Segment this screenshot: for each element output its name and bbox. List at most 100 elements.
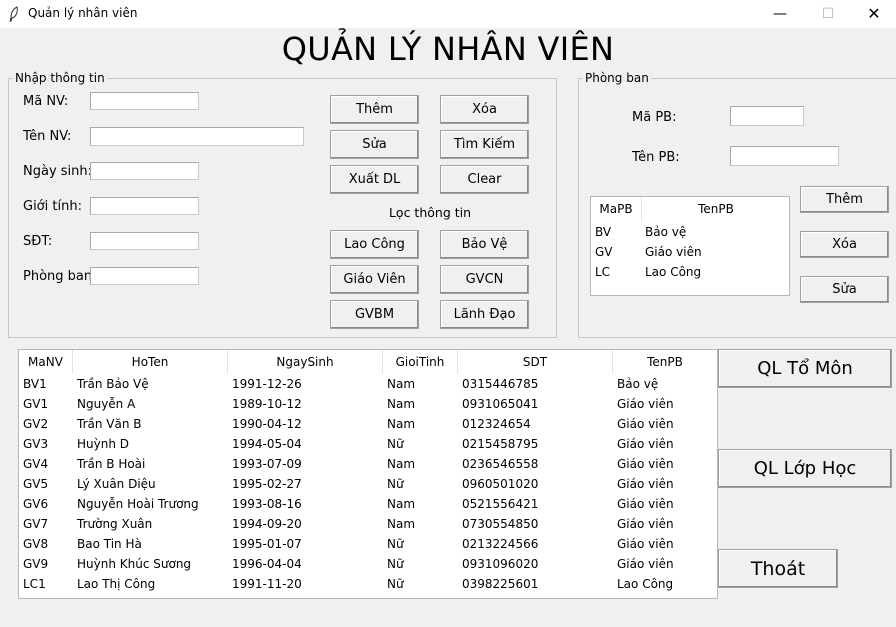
window-title: Quản lý nhân viên <box>28 6 138 20</box>
filter-giao-vien-button[interactable]: Giáo Viên <box>330 265 419 294</box>
delete-employee-button[interactable]: Xóa <box>440 95 529 124</box>
ql-to-mon-button[interactable]: QL Tổ Môn <box>718 349 892 388</box>
ten-nv-input[interactable] <box>90 127 304 146</box>
table-cell: Giáo viên <box>617 477 674 491</box>
clear-button[interactable]: Clear <box>440 165 529 194</box>
minimize-button[interactable]: — <box>757 0 803 28</box>
table-cell: Trần Văn B <box>77 417 142 431</box>
table-cell: GV9 <box>23 557 49 571</box>
table-cell: 1990-04-12 <box>232 417 302 431</box>
input-group-legend: Nhập thông tin <box>15 71 105 85</box>
table-cell: Trường Xuân <box>77 517 153 531</box>
table-cell: 1993-07-09 <box>232 457 302 471</box>
table-cell: Nữ <box>387 577 404 591</box>
table-cell: Bao Tin Hà <box>77 537 142 551</box>
table-cell: Giáo viên <box>617 537 674 551</box>
dept-cell: LC <box>595 265 611 279</box>
table-cell: 0960501020 <box>462 477 539 491</box>
feather-icon <box>9 6 18 22</box>
table-cell: Nữ <box>387 537 404 551</box>
ten-pb-label: Tên PB: <box>632 150 680 165</box>
dept-cell: Giáo viên <box>645 245 702 259</box>
table-cell: Nữ <box>387 557 404 571</box>
gioi-tinh-label: Giới tính: <box>23 199 82 214</box>
table-cell: 1995-02-27 <box>232 477 302 491</box>
search-employee-button[interactable]: Tìm Kiếm <box>440 130 529 159</box>
filter-lanh-dao-button[interactable]: Lãnh Đạo <box>440 300 529 329</box>
table-cell: GV6 <box>23 497 49 511</box>
sdt-label: SĐT: <box>23 234 53 249</box>
table-cell: 0315446785 <box>462 377 539 391</box>
table-cell: Giáo viên <box>617 417 674 431</box>
filter-lao-cong-button[interactable]: Lao Công <box>330 230 419 259</box>
delete-dept-button[interactable]: Xóa <box>800 231 889 258</box>
table-cell: 1991-12-26 <box>232 377 302 391</box>
table-cell: 0215458795 <box>462 437 539 451</box>
edit-employee-button[interactable]: Sửa <box>330 130 419 159</box>
ngay-sinh-label: Ngày sinh: <box>23 164 93 179</box>
ma-nv-label: Mã NV: <box>23 94 69 109</box>
add-employee-button[interactable]: Thêm <box>330 95 419 124</box>
close-button[interactable]: ✕ <box>851 0 896 28</box>
table-cell: 0730554850 <box>462 517 539 531</box>
table-cell: LC1 <box>23 577 46 591</box>
table-cell: 012324654 <box>462 417 531 431</box>
ma-nv-input[interactable] <box>90 92 199 110</box>
col-hoten[interactable]: HoTen <box>73 350 228 374</box>
col-ngaysinh[interactable]: NgaySinh <box>228 350 383 374</box>
table-cell: GV4 <box>23 457 49 471</box>
ma-pb-input[interactable] <box>730 106 804 126</box>
edit-dept-button[interactable]: Sửa <box>800 276 889 303</box>
filter-gvbm-button[interactable]: GVBM <box>330 300 419 329</box>
table-cell: 1994-09-20 <box>232 517 302 531</box>
dept-col-mapb[interactable]: MaPB <box>591 197 642 221</box>
phong-ban-label: Phòng ban: <box>23 269 97 284</box>
col-tenpb[interactable]: TenPB <box>613 350 717 374</box>
table-cell: Nguyễn Hoài Trương <box>77 497 199 511</box>
filter-gvcn-button[interactable]: GVCN <box>440 265 529 294</box>
employee-table[interactable]: MaNV HoTen NgaySinh GioiTinh SDT TenPB B… <box>18 349 718 599</box>
table-cell: Lao Thị Công <box>77 577 156 591</box>
maximize-button[interactable]: ☐ <box>805 0 851 28</box>
col-gioitinh[interactable]: GioiTinh <box>383 350 458 374</box>
sdt-input[interactable] <box>90 232 199 250</box>
ma-pb-label: Mã PB: <box>632 110 677 125</box>
table-cell: Nam <box>387 377 416 391</box>
table-cell: Huỳnh D <box>77 437 129 451</box>
table-cell: Giáo viên <box>617 497 674 511</box>
table-cell: Nam <box>387 517 416 531</box>
dept-col-tenpb[interactable]: TenPB <box>642 197 790 221</box>
export-data-button[interactable]: Xuất DL <box>330 165 419 194</box>
filter-bao-ve-button[interactable]: Bảo Vệ <box>440 230 529 259</box>
dept-table[interactable]: MaPB TenPB BV Bảo vệ GV Giáo viên LC Lao… <box>590 196 790 296</box>
gioi-tinh-input[interactable] <box>90 197 199 215</box>
table-cell: Nam <box>387 417 416 431</box>
dept-cell: GV <box>595 245 613 259</box>
table-cell: Nam <box>387 397 416 411</box>
phong-ban-input[interactable] <box>90 267 199 285</box>
table-cell: 1994-05-04 <box>232 437 302 451</box>
table-cell: 1996-04-04 <box>232 557 302 571</box>
table-cell: 0398225601 <box>462 577 539 591</box>
ten-pb-input[interactable] <box>730 146 839 166</box>
table-cell: Giáo viên <box>617 457 674 471</box>
table-cell: Nam <box>387 497 416 511</box>
ngay-sinh-input[interactable] <box>90 162 199 180</box>
table-cell: 0213224566 <box>462 537 539 551</box>
dept-cell: Bảo vệ <box>645 225 687 239</box>
table-cell: GV8 <box>23 537 49 551</box>
col-manv[interactable]: MaNV <box>19 350 73 374</box>
table-cell: GV7 <box>23 517 49 531</box>
table-cell: 1991-11-20 <box>232 577 302 591</box>
ql-lop-hoc-button[interactable]: QL Lớp Học <box>718 449 892 488</box>
col-sdt[interactable]: SDT <box>458 350 613 374</box>
table-cell: 0931065041 <box>462 397 539 411</box>
exit-button[interactable]: Thoát <box>718 549 838 588</box>
filter-label: Lọc thông tin <box>388 205 472 220</box>
table-cell: Giáo viên <box>617 437 674 451</box>
add-dept-button[interactable]: Thêm <box>800 186 889 213</box>
table-cell: 0521556421 <box>462 497 539 511</box>
dept-group-legend: Phòng ban <box>585 71 649 85</box>
dept-cell: BV <box>595 225 612 239</box>
dept-cell: Lao Công <box>645 265 702 279</box>
